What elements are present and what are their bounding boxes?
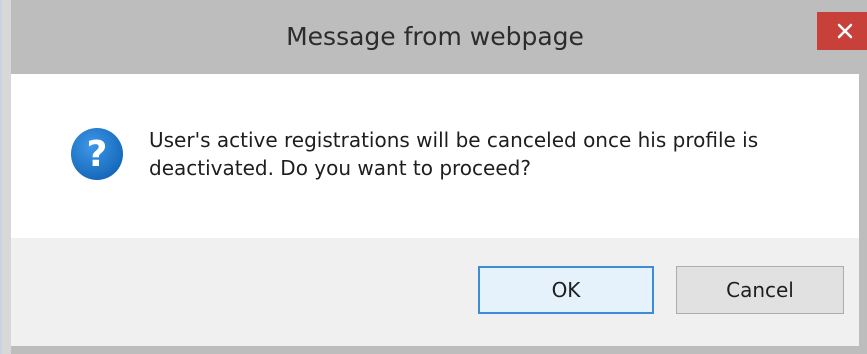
close-button[interactable] <box>817 12 867 50</box>
dialog-content: ? User's active registrations will be ca… <box>11 74 859 238</box>
window-right-edge <box>859 0 867 354</box>
dialog-message: User's active registrations will be canc… <box>149 128 759 180</box>
close-icon <box>837 23 853 39</box>
svg-text:?: ? <box>87 134 108 175</box>
dialog-title: Message from webpage <box>286 22 584 51</box>
window-left-edge <box>0 0 11 354</box>
ok-button[interactable]: OK <box>478 266 654 314</box>
titlebar[interactable]: Message from webpage <box>11 0 867 74</box>
dialog-window: Message from webpage ? User's active reg… <box>0 0 867 354</box>
question-icon: ? <box>69 126 125 182</box>
window-bottom-edge <box>11 346 859 354</box>
dialog-footer: OK Cancel <box>11 238 859 346</box>
cancel-button[interactable]: Cancel <box>676 266 844 314</box>
